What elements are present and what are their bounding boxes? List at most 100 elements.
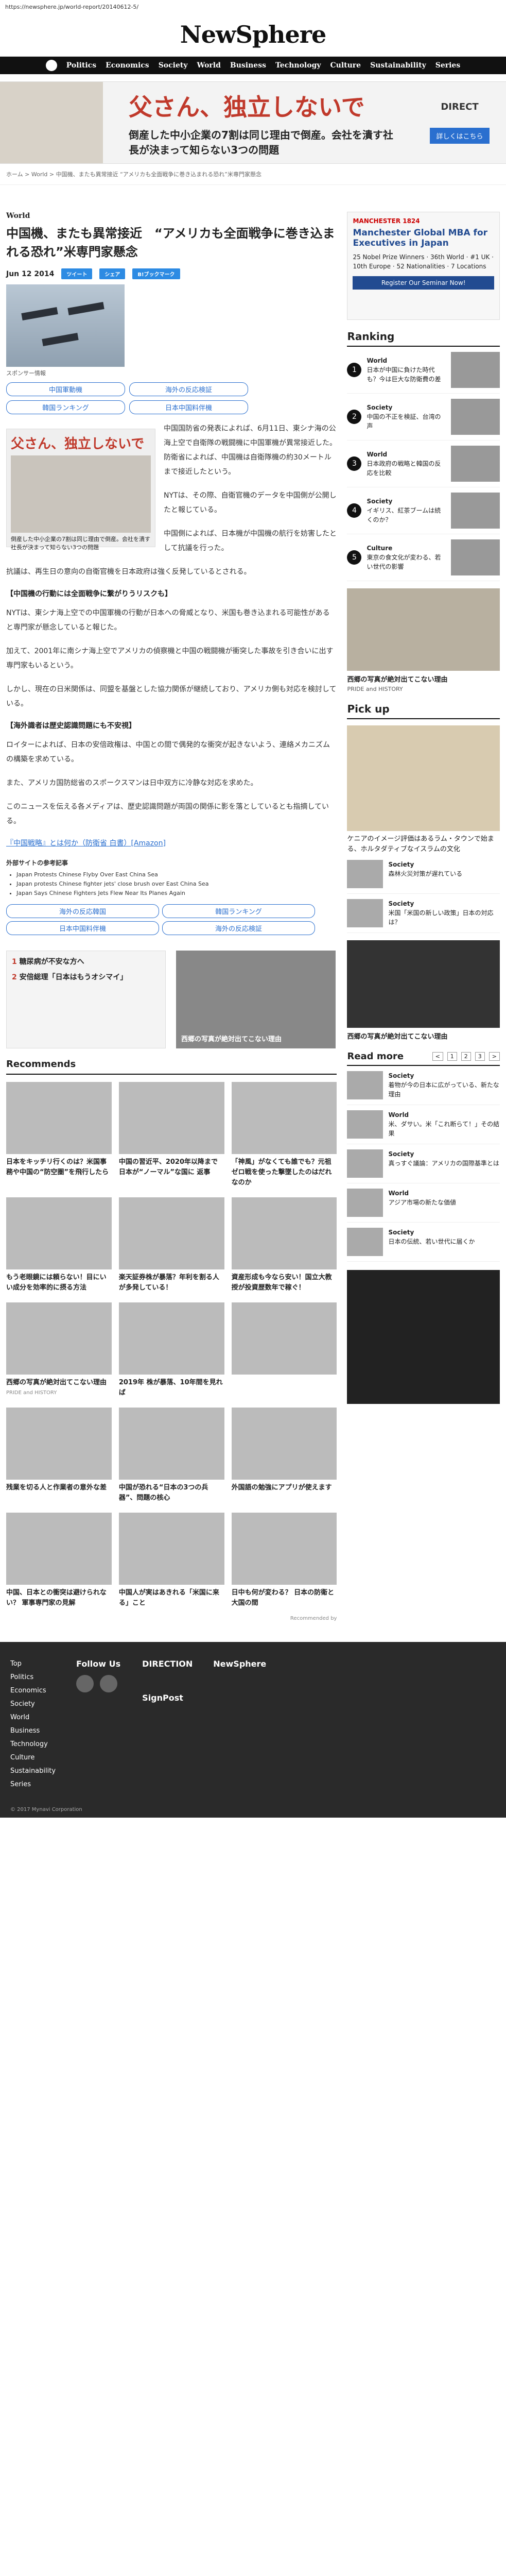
ranking-item[interactable]: 3 World 日本政府の戦略と韓国の反応を比較 bbox=[347, 440, 500, 487]
breadcrumb[interactable]: ホーム > World > 中国機、またも異常接近 “アメリカも全面戦争に巻き込… bbox=[0, 164, 506, 185]
page-3[interactable]: 3 bbox=[475, 1052, 485, 1061]
tweet-button[interactable]: ツイート bbox=[61, 268, 93, 279]
article-title: 中国機、またも異常接近 “アメリカも全面戦争に巻き込まれる恐れ”米専門家懸念 bbox=[6, 226, 335, 259]
recommend-card[interactable]: 中国人が実はあきれる「米国に来る」こと bbox=[118, 1513, 224, 1611]
readmore-item[interactable]: Society 日本の伝統、若い世代に届くか bbox=[347, 1223, 500, 1262]
ad-cta-button[interactable]: 詳しくはこちら bbox=[430, 128, 490, 144]
ranking-item[interactable]: 5 Culture 東京の食文化が変わる、若い世代の影響 bbox=[347, 534, 500, 581]
nav-business[interactable]: Business bbox=[230, 61, 266, 70]
recommend-card[interactable]: 「神風」がなくても誰でも？元祖ゼロ戦を使った撃墜したのはだれなのか bbox=[231, 1082, 337, 1190]
readmore-item[interactable]: World アジア市場の新たな価値 bbox=[347, 1183, 500, 1223]
tag-pill[interactable]: 韓国ランキング bbox=[162, 904, 315, 918]
tag-pill[interactable]: 海外の反応検証 bbox=[129, 382, 248, 396]
hatena-bookmark-button[interactable]: B!ブックマーク bbox=[132, 268, 180, 279]
recommend-card[interactable] bbox=[231, 1302, 337, 1400]
pickup-item[interactable]: Society 森林火災対策が遅れている bbox=[347, 855, 500, 894]
tag-pill[interactable]: 海外の反応検証 bbox=[162, 921, 315, 935]
page-2[interactable]: 2 bbox=[461, 1052, 471, 1061]
nav-series[interactable]: Series bbox=[435, 61, 461, 70]
source-link[interactable]: Japan Says Chinese Fighters Jets Flew Ne… bbox=[16, 889, 337, 898]
source-link[interactable]: Japan protests Chinese fighter jets' clo… bbox=[16, 879, 337, 889]
recommend-card[interactable]: 中国の習近平、2020年以降まで日本が“ノーマル”な国に 返事 bbox=[118, 1082, 224, 1190]
ranking-item[interactable]: 1 World 日本が中国に負けた時代も？今は巨大な防衛費の差 bbox=[347, 347, 500, 394]
page-prev[interactable]: < bbox=[432, 1052, 443, 1061]
tag-pill[interactable]: 日本中国料伴機 bbox=[6, 921, 159, 935]
footer-link[interactable]: World bbox=[10, 1711, 56, 1724]
nav-culture[interactable]: Culture bbox=[330, 61, 361, 70]
mba-register-button[interactable]: Register Our Seminar Now! bbox=[353, 276, 494, 290]
readmore-category: World bbox=[388, 1111, 409, 1118]
nav-world[interactable]: World bbox=[197, 61, 221, 70]
footer-link[interactable]: Series bbox=[10, 1778, 56, 1791]
nav-politics[interactable]: Politics bbox=[66, 61, 96, 70]
footer-link[interactable]: Top bbox=[10, 1657, 56, 1671]
page-next[interactable]: > bbox=[488, 1052, 500, 1061]
mba-ad[interactable]: MANCHESTER 1824 Manchester Global MBA fo… bbox=[347, 212, 500, 320]
source-link[interactable]: Japan Protests Chinese Flyby Over East C… bbox=[16, 870, 337, 879]
recommend-title: 資産形成も今なら安い！国立大教授が投資歴数年で稼ぐ！ bbox=[231, 1274, 332, 1292]
recommend-card[interactable]: 西郷の写真が絶対出てこない理由 PRIDE and HISTORY bbox=[6, 1302, 112, 1400]
nav-technology[interactable]: Technology bbox=[275, 61, 321, 70]
sidebar-bottom-ad[interactable] bbox=[347, 1270, 500, 1404]
image-ad[interactable]: 西郷の写真が絶対出てこない理由 bbox=[176, 951, 336, 1048]
recommend-card[interactable]: 中国が恐れる“日本の3つの兵器”、問題の核心 bbox=[118, 1408, 224, 1505]
pickup-item[interactable]: Society 米国「米国の新しい政策」日本の対応は？ bbox=[347, 894, 500, 933]
pickup-image[interactable] bbox=[347, 725, 500, 831]
footer-brand[interactable]: NewSphere bbox=[213, 1657, 266, 1671]
readmore-item[interactable]: Society 真っすぐ議論：アメリカの国際基準とは bbox=[347, 1144, 500, 1183]
recommend-card[interactable]: 中国、日本との衝突は避けられない？ 軍事専門家の見解 bbox=[6, 1513, 112, 1611]
inline-ad[interactable]: 父さん、独立しないで 倒産した中小企業の7割は同じ理由で倒産。会社を潰す社長が決… bbox=[6, 429, 155, 551]
recommend-image bbox=[231, 1302, 337, 1375]
powered-by: Recommended by bbox=[290, 1616, 337, 1621]
recommend-card[interactable]: 外国語の勉強にアプリが使えます bbox=[231, 1408, 337, 1505]
tag-pill[interactable]: 海外の反応韓国 bbox=[6, 904, 159, 918]
facebook-icon[interactable] bbox=[76, 1675, 94, 1692]
readmore-thumb bbox=[347, 1228, 383, 1256]
readmore-item[interactable]: Society 着物が今の日本に広がっている、新たな理由 bbox=[347, 1066, 500, 1105]
recommend-title: 中国、日本との衝突は避けられない？ 軍事専門家の見解 bbox=[6, 1589, 107, 1607]
amazon-link[interactable]: 『中国戦略』とは何か（防衛省 白書）[Amazon] bbox=[6, 839, 166, 848]
signpost-logo[interactable]: SignPost bbox=[142, 1691, 193, 1705]
nav-sustainability[interactable]: Sustainability bbox=[370, 61, 426, 70]
home-icon[interactable] bbox=[45, 60, 57, 71]
footer-link[interactable]: Business bbox=[10, 1724, 56, 1738]
article-category[interactable]: World bbox=[6, 212, 337, 220]
footer-link[interactable]: Sustainability bbox=[10, 1765, 56, 1778]
footer-link[interactable]: Technology bbox=[10, 1738, 56, 1751]
nav-economics[interactable]: Economics bbox=[106, 61, 149, 70]
tag-pill[interactable]: 中国軍動機 bbox=[6, 382, 125, 396]
tag-pill[interactable]: 韓国ランキング bbox=[6, 400, 125, 414]
pickup-ad-image[interactable] bbox=[347, 940, 500, 1028]
sidebar: MANCHESTER 1824 Manchester Global MBA fo… bbox=[347, 185, 500, 1621]
facebook-share-button[interactable]: シェア bbox=[99, 268, 126, 279]
recommend-card[interactable]: 2019年 株が暴落、10年間を見れば bbox=[118, 1302, 224, 1400]
twitter-icon[interactable] bbox=[100, 1675, 118, 1692]
pickup-title: 米国「米国の新しい政策」日本の対応は？ bbox=[388, 909, 494, 926]
readmore-category: Society bbox=[388, 1150, 414, 1158]
footer-link[interactable]: Society bbox=[10, 1698, 56, 1711]
url-bar[interactable]: https://newsphere.jp/world-report/201406… bbox=[0, 0, 506, 13]
subheading: 【中国機の行動には全面戦争に繋がりうリスクも】 bbox=[6, 590, 172, 598]
ranking-item[interactable]: 4 Society イギリス、紅茶ブームは続くのか？ bbox=[347, 487, 500, 534]
recommend-card[interactable]: 楽天証券株が暴落？年利を割る人が多発している！ bbox=[118, 1197, 224, 1295]
recommend-card[interactable]: 日本をキッチリ行くのは？米国事務や中国の“防空圏”を飛行したら bbox=[6, 1082, 112, 1190]
pickup-caption[interactable]: ケニアのイメージ評価はあるラム・タウンで始まる、ホルタダティブなイスラムの文化 bbox=[347, 834, 500, 855]
text-ad[interactable]: 1 糖尿病が不安な方へ 2 安倍総理「日本はもうオシマイ」 bbox=[6, 951, 166, 1048]
footer-link[interactable]: Culture bbox=[10, 1751, 56, 1765]
recommend-card[interactable]: 残業を切る人と作業者の意外な差 bbox=[6, 1408, 112, 1505]
recommend-card[interactable]: 日中も何が変わる？ 日本の防衛と大国の間 bbox=[231, 1513, 337, 1611]
readmore-item[interactable]: World 米、ダサい。米「これ断らて！」その結果 bbox=[347, 1105, 500, 1144]
recommend-card[interactable]: 資産形成も今なら安い！国立大教授が投資歴数年で稼ぐ！ bbox=[231, 1197, 337, 1295]
footer-link[interactable]: Politics bbox=[10, 1671, 56, 1684]
tag-pill[interactable]: 日本中国料伴機 bbox=[129, 400, 248, 414]
footer-link[interactable]: Economics bbox=[10, 1684, 56, 1698]
sidebar-promo-image[interactable] bbox=[347, 588, 500, 671]
page-1[interactable]: 1 bbox=[447, 1052, 457, 1061]
top-banner-ad[interactable]: 父さん、独立しないで 倒産した中小企業の7割は同じ理由で倒産。会社を潰す社長が決… bbox=[0, 81, 506, 164]
recommend-card[interactable]: もう老眼鏡には頼らない！目にいい成分を効率的に摂る方法 bbox=[6, 1197, 112, 1295]
nav-society[interactable]: Society bbox=[159, 61, 188, 70]
pickup-category: Society bbox=[388, 861, 414, 868]
direction-logo[interactable]: DIRECTION bbox=[142, 1657, 193, 1671]
site-logo[interactable]: NewSphere bbox=[0, 21, 506, 48]
ranking-item[interactable]: 2 Society 中国の不正を検証、台湾の声 bbox=[347, 394, 500, 440]
